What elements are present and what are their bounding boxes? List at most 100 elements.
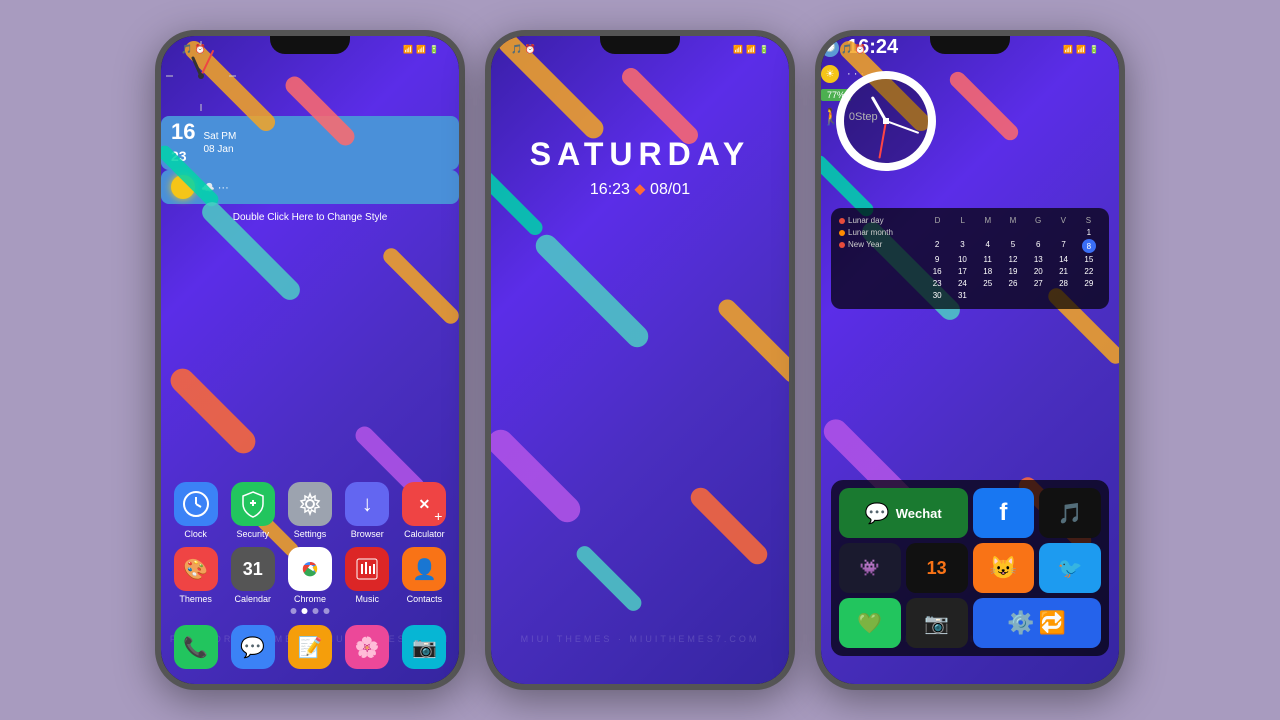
- apps-grid-3: 💬 Wechat f 🎵 👾 13: [839, 488, 1101, 648]
- notch-2: [600, 36, 680, 54]
- wechat-icon: 💬: [865, 501, 890, 526]
- photos-icon: 🌸: [345, 625, 389, 669]
- security-label: Security: [237, 529, 270, 539]
- app-facebook[interactable]: f: [973, 488, 1035, 538]
- music-label: Music: [355, 594, 379, 604]
- app-miui[interactable]: 👾: [839, 543, 901, 593]
- dot-3: [313, 608, 319, 614]
- dock-messages[interactable]: 💬: [228, 625, 277, 669]
- dock-photos[interactable]: 🌸: [343, 625, 392, 669]
- double-click-hint: Double Click Here to Change Style: [161, 212, 459, 223]
- tiktok-icon: 🎵: [1058, 501, 1083, 526]
- lunar-new-year: New Year: [848, 240, 882, 249]
- widget-area-1: 16 23 Sat PM 08 Jan ☁️ ··· Double Click …: [161, 36, 459, 223]
- calculator-icon: ✕ +: [402, 482, 446, 526]
- datetime-top: 16 23 Sat PM 08 Jan: [161, 116, 459, 170]
- app-music[interactable]: Music: [343, 547, 392, 604]
- music-icon: [345, 547, 389, 591]
- security-icon: [231, 482, 275, 526]
- status-left-3: 🎵 ⏰: [841, 44, 866, 55]
- analog-ring: [836, 71, 936, 171]
- date-display: 08/01: [650, 181, 690, 198]
- phone3-apps: 💬 Wechat f 🎵 👾 13: [831, 480, 1109, 656]
- cal-header: DLMMGVS: [925, 216, 1101, 225]
- dock-notes[interactable]: 📝: [285, 625, 334, 669]
- calendar-grid: DLMMGVS 1 2345678 9101112131415 16171819…: [925, 216, 1101, 301]
- toggle-icon: 🔁: [1039, 610, 1066, 636]
- app-security[interactable]: Security: [228, 482, 277, 539]
- calendar-icon: 31: [231, 547, 275, 591]
- sun-icon: [171, 175, 195, 199]
- app-themes[interactable]: 🎨 Themes: [171, 547, 220, 604]
- app-browser[interactable]: ↓ Browser: [343, 482, 392, 539]
- dot-1: [291, 608, 297, 614]
- app-calculator[interactable]: ✕ + Calculator: [400, 482, 449, 539]
- camera-icon: 📷: [402, 625, 446, 669]
- calendar-label: Calendar: [235, 594, 272, 604]
- telegram-icon: 🐦: [1058, 556, 1083, 581]
- app-wechat[interactable]: 💬 Wechat: [839, 488, 968, 538]
- app-miui13[interactable]: 13: [906, 543, 968, 593]
- dock-camera[interactable]: 📷: [400, 625, 449, 669]
- status-right-2: 📶📶🔋: [733, 45, 769, 54]
- weather-text: ☁️ ···: [201, 181, 229, 194]
- app-chrome[interactable]: Chrome: [285, 547, 334, 604]
- calendar-widget: Lunar day Lunar month New Year DLMMGVS 1…: [831, 208, 1109, 309]
- app-calendar[interactable]: 31 Calendar: [228, 547, 277, 604]
- app-settings-3[interactable]: ⚙️ 🔁: [973, 598, 1102, 648]
- cal-days: 1 2345678 9101112131415 16171819202122 2…: [925, 227, 1101, 301]
- time-separator: ⬥: [634, 181, 650, 198]
- cam-icon: 📷: [924, 611, 949, 636]
- day-label: SATURDAY: [491, 136, 789, 173]
- phone-icon: 📞: [174, 625, 218, 669]
- app-contacts[interactable]: 👤 Contacts: [400, 547, 449, 604]
- settings3-icon: ⚙️: [1007, 610, 1034, 636]
- weather-widget: ☁️ ···: [161, 170, 459, 204]
- phone-1-screen: 🎵 ⏰ 📶 📶 🔋: [161, 36, 459, 684]
- clock-mini-icon: 🕐: [821, 39, 839, 57]
- status-left-1: 🎵 ⏰: [181, 44, 206, 55]
- page-dots: [291, 608, 330, 614]
- contacts-label: Contacts: [407, 594, 443, 604]
- miui13-icon: 13: [927, 558, 947, 579]
- calculator-label: Calculator: [404, 529, 445, 539]
- lunar-day: Lunar day: [848, 216, 884, 225]
- clock-center: [883, 118, 889, 124]
- settings-label: Settings: [294, 529, 327, 539]
- themes-icon: 🎨: [174, 547, 218, 591]
- app-grid-1: Clock Security Settings ↓ B: [171, 482, 449, 604]
- dock-phone[interactable]: 📞: [171, 625, 220, 669]
- datetime-widget: 16 23 Sat PM 08 Jan ☁️ ···: [161, 116, 459, 204]
- browser-label: Browser: [351, 529, 384, 539]
- contacts-icon: 👤: [402, 547, 446, 591]
- phone-3: 🎵 ⏰ 📶📶🔋 🕐 16:24 ☀ · · ·: [815, 30, 1125, 690]
- lunar-info: Lunar day Lunar month New Year: [839, 216, 919, 301]
- minute-hand: [886, 120, 920, 134]
- dot-2: [302, 608, 308, 614]
- app-whatsapp[interactable]: 💚: [839, 598, 901, 648]
- phone-1: 🎵 ⏰ 📶 📶 🔋: [155, 30, 465, 690]
- lunar-month: Lunar month: [848, 228, 893, 237]
- clock-icon: [174, 482, 218, 526]
- time-date: 16:23 ⬥ 08/01: [491, 181, 789, 199]
- miui-icon: 👾: [860, 558, 880, 578]
- clock-label: Clock: [184, 529, 207, 539]
- bottom-dock: 📞 💬 📝 🌸 📷: [171, 625, 449, 669]
- app-tiktok[interactable]: 🎵: [1039, 488, 1101, 538]
- app-settings[interactable]: Settings: [285, 482, 334, 539]
- phone-2: 🎵 ⏰ 📶📶🔋 SATURDAY 16:23 ⬥ 08/01 MIUI THEM…: [485, 30, 795, 690]
- notch-1: [270, 36, 350, 54]
- whatsapp-icon: 💚: [857, 611, 882, 636]
- app-telegram[interactable]: 🐦: [1039, 543, 1101, 593]
- chrome-label: Chrome: [294, 594, 326, 604]
- status-left-2: 🎵 ⏰: [511, 44, 536, 55]
- dt-time: 16 23: [171, 121, 195, 165]
- app-cam[interactable]: 📷: [906, 598, 968, 648]
- wechat-label: Wechat: [896, 506, 942, 521]
- time-display: 16:23: [590, 181, 630, 198]
- app-clock[interactable]: Clock: [171, 482, 220, 539]
- bg-bars-2: [491, 36, 789, 684]
- app-orange[interactable]: 😺: [973, 543, 1035, 593]
- watermark-2: MIUI THEMES · MIUITHEMES7.COM: [491, 634, 789, 644]
- analog-clock-widget: [836, 71, 936, 171]
